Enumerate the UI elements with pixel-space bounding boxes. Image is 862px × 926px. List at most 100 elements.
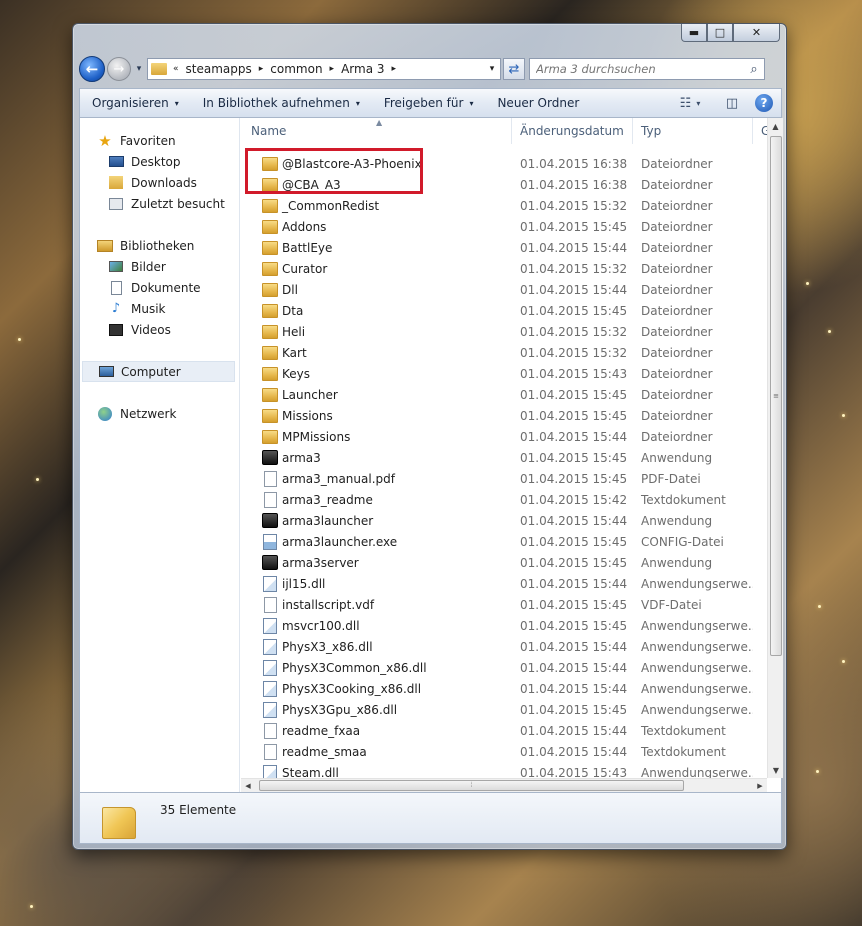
organize-menu[interactable]: Organisieren ▾ [80, 89, 191, 117]
nav-libraries[interactable]: Bibliotheken [80, 235, 239, 256]
file-list: Name ▲ Änderungsdatum Typ G @Blastcore-A… [241, 118, 767, 778]
file-name: Heli [282, 324, 306, 339]
search-icon[interactable]: ⌕ [744, 62, 764, 77]
file-row[interactable]: Kart 01.04.2015 15:32 Dateiordner [241, 342, 767, 363]
file-row[interactable]: Keys 01.04.2015 15:43 Dateiordner [241, 363, 767, 384]
file-row[interactable]: arma3launcher.exe 01.04.2015 15:45 CONFIG-… [241, 531, 767, 552]
nav-computer[interactable]: Computer [82, 361, 235, 382]
file-row[interactable]: MPMissions 01.04.2015 15:44 Dateiordner [241, 426, 767, 447]
scroll-right-button[interactable]: ▶ [753, 779, 767, 793]
file-row[interactable]: PhysX3Cooking_x86.dll 01.04.2015 15:44 Anw… [241, 678, 767, 699]
scroll-down-button[interactable]: ▼ [768, 762, 784, 778]
nav-videos[interactable]: Videos [80, 319, 239, 340]
breadcrumb-separator[interactable]: ▸ [330, 64, 335, 74]
file-row[interactable]: arma3launcher 01.04.2015 15:44 Anwendung [241, 510, 767, 531]
file-row[interactable]: Missions 01.04.2015 15:45 Dateiordner [241, 405, 767, 426]
file-row[interactable]: Heli 01.04.2015 15:32 Dateiordner [241, 321, 767, 342]
file-row[interactable]: Addons 01.04.2015 15:45 Dateiordner [241, 216, 767, 237]
column-header-name[interactable]: Name ▲ [241, 118, 512, 144]
file-row[interactable]: arma3 01.04.2015 15:45 Anwendung [241, 447, 767, 468]
file-row[interactable]: Dta 01.04.2015 15:45 Dateiordner [241, 300, 767, 321]
file-row[interactable]: @Blastcore-A3-Phoenix 01.04.2015 16:38 Dat… [241, 153, 767, 174]
nav-label: Desktop [131, 154, 181, 169]
close-button[interactable]: ✕ [733, 24, 780, 42]
file-row[interactable]: PhysX3Gpu_x86.dll 01.04.2015 15:45 Anwendu… [241, 699, 767, 720]
refresh-icon: ⇄ [508, 61, 520, 77]
file-row[interactable]: msvcr100.dll 01.04.2015 15:45 Anwendungser… [241, 615, 767, 636]
nav-pictures[interactable]: Bilder [80, 256, 239, 277]
scroll-up-button[interactable]: ▲ [768, 118, 783, 134]
maximize-button[interactable]: □ [707, 24, 733, 42]
help-icon[interactable]: ? [755, 94, 773, 112]
recent-pages-dropdown[interactable]: ▾ [133, 64, 145, 74]
search-input[interactable] [536, 62, 744, 76]
address-overflow[interactable]: « [173, 64, 179, 74]
file-row[interactable]: PhysX3_x86.dll 01.04.2015 15:44 Anwendungs… [241, 636, 767, 657]
file-row[interactable]: @CBA_A3 01.04.2015 16:38 Dateiordner [241, 174, 767, 195]
file-row[interactable]: readme_fxaa 01.04.2015 15:44 Textdokument [241, 720, 767, 741]
file-name: Addons [282, 219, 327, 234]
file-date: 01.04.2015 15:45 [520, 702, 628, 717]
file-name: arma3launcher [282, 513, 374, 528]
file-name-cell: arma3server [241, 555, 512, 571]
scroll-left-button[interactable]: ◀ [241, 779, 255, 793]
new-folder-button[interactable]: Neuer Ordner [485, 89, 591, 117]
column-header-type[interactable]: Typ [633, 118, 753, 144]
scroll-thumb[interactable]: ≡ [770, 136, 782, 656]
nav-downloads[interactable]: Downloads [80, 172, 239, 193]
file-row[interactable]: Dll 01.04.2015 15:44 Dateiordner [241, 279, 767, 300]
breadcrumb-common[interactable]: common [270, 62, 322, 76]
refresh-button[interactable]: ⇄ [503, 58, 525, 80]
file-name: arma3launcher.exe [282, 534, 398, 549]
scroll-thumb[interactable]: ⦙ [259, 780, 684, 791]
file-row[interactable]: readme_smaa 01.04.2015 15:44 Textdokument [241, 741, 767, 762]
search-box[interactable]: ⌕ [529, 58, 765, 80]
minimize-button[interactable]: ▬ [681, 24, 707, 42]
forward-button[interactable]: → [107, 57, 131, 81]
address-bar[interactable]: « steamapps ▸ common ▸ Arma 3 ▸ ▾ [147, 58, 501, 80]
include-library-label: In Bibliothek aufnehmen [202, 96, 350, 110]
chevron-down-icon: ▾ [696, 98, 701, 108]
nav-documents[interactable]: Dokumente [80, 277, 239, 298]
organize-label: Organisieren [92, 96, 169, 110]
vertical-scrollbar[interactable]: ▲ ≡ ▼ [767, 118, 783, 778]
file-row[interactable]: _CommonRedist 01.04.2015 15:32 Dateiordner [241, 195, 767, 216]
file-row[interactable]: BattlEye 01.04.2015 15:44 Dateiordner [241, 237, 767, 258]
horizontal-scrollbar[interactable]: ◀ ⦙ ▶ [241, 778, 767, 792]
file-name-cell: Heli [241, 324, 512, 340]
column-header-date[interactable]: Änderungsdatum [512, 118, 633, 144]
breadcrumb-arma3[interactable]: Arma 3 [341, 62, 384, 76]
share-with-menu[interactable]: Freigeben für ▾ [372, 89, 486, 117]
nav-music[interactable]: ♪ Musik [80, 298, 239, 319]
file-date: 01.04.2015 15:45 [520, 303, 628, 318]
view-options-button[interactable]: ☷ ▾ [675, 96, 705, 111]
include-in-library-menu[interactable]: In Bibliothek aufnehmen ▾ [191, 89, 372, 117]
file-row[interactable]: arma3_manual.pdf 01.04.2015 15:45 PDF-Date… [241, 468, 767, 489]
file-name-cell: Missions [241, 408, 512, 424]
column-header-size[interactable]: G [753, 118, 767, 144]
nav-recent-places[interactable]: Zuletzt besucht [80, 193, 239, 214]
breadcrumb-separator[interactable]: ▸ [392, 64, 397, 74]
file-name-cell: PhysX3Gpu_x86.dll [241, 702, 512, 718]
address-history-dropdown[interactable]: ▾ [484, 64, 500, 74]
breadcrumb-steamapps[interactable]: steamapps [186, 62, 252, 76]
file-row[interactable]: installscript.vdf 01.04.2015 15:45 VDF-Dat… [241, 594, 767, 615]
file-row[interactable]: arma3server 01.04.2015 15:45 Anwendung [241, 552, 767, 573]
file-row[interactable]: arma3_readme 01.04.2015 15:42 Textdokument [241, 489, 767, 510]
file-name-cell: readme_smaa [241, 744, 512, 760]
file-row[interactable]: PhysX3Common_x86.dll 01.04.2015 15:44 Anwe… [241, 657, 767, 678]
file-row[interactable]: Launcher 01.04.2015 15:45 Dateiordner [241, 384, 767, 405]
file-name: msvcr100.dll [282, 618, 360, 633]
music-icon: ♪ [111, 301, 121, 316]
file-name: @CBA_A3 [282, 177, 341, 192]
nav-desktop[interactable]: Desktop [80, 151, 239, 172]
breadcrumb-separator[interactable]: ▸ [259, 64, 264, 74]
preview-pane-button[interactable]: ◫ [717, 96, 747, 111]
file-row[interactable]: Steam.dll 01.04.2015 15:43 Anwendungserwe.… [241, 762, 767, 779]
back-button[interactable]: ← [79, 56, 105, 82]
file-row[interactable]: ijl15.dll 01.04.2015 15:44 Anwendungserwe.… [241, 573, 767, 594]
nav-network[interactable]: Netzwerk [80, 403, 239, 424]
file-name: BattlEye [282, 240, 333, 255]
nav-favorites[interactable]: ★ Favoriten [80, 130, 239, 151]
file-row[interactable]: Curator 01.04.2015 15:32 Dateiordner [241, 258, 767, 279]
